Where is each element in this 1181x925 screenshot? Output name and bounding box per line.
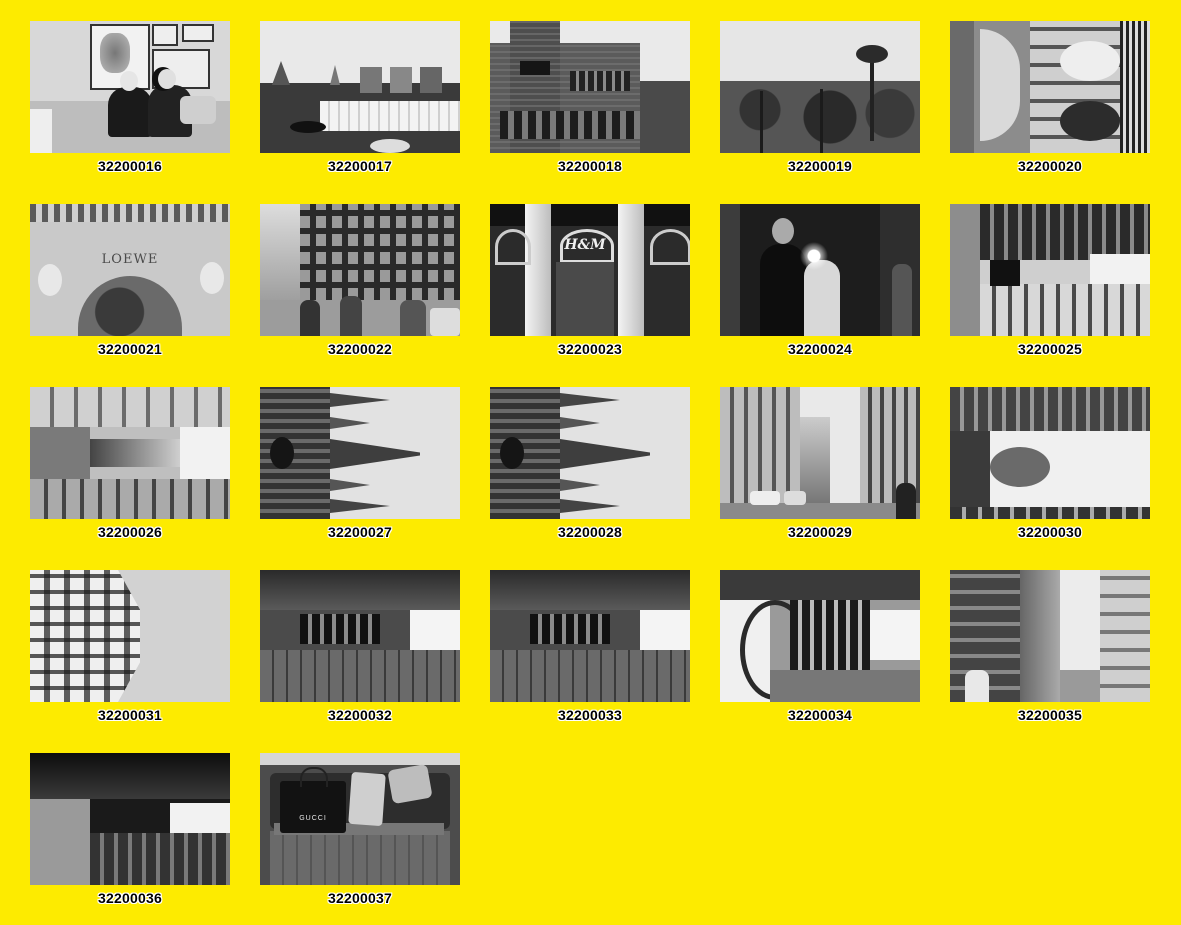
frame-number: 32200025	[1018, 341, 1082, 357]
frame-number: 32200030	[1018, 524, 1082, 540]
frame[interactable]: 32200031	[30, 570, 230, 740]
frame-number: 32200020	[1018, 158, 1082, 174]
photo-thumbnail[interactable]	[720, 21, 920, 153]
frame[interactable]: 32200018	[490, 21, 690, 191]
photo-thumbnail[interactable]	[950, 21, 1150, 153]
photo-thumbnail[interactable]	[260, 21, 460, 153]
frame-number: 32200032	[328, 707, 392, 723]
photo-thumbnail[interactable]	[260, 204, 460, 336]
frame-number: 32200031	[98, 707, 162, 723]
photo-thumbnail[interactable]: LOEWE	[30, 204, 230, 336]
frame[interactable]: 32200016	[30, 21, 230, 191]
frame-number: 32200033	[558, 707, 622, 723]
frame-number: 32200028	[558, 524, 622, 540]
frame[interactable]: GUCCI 32200037	[260, 753, 460, 923]
frame-number: 32200024	[788, 341, 852, 357]
frame[interactable]: 32200022	[260, 204, 460, 374]
photo-thumbnail[interactable]: GUCCI	[260, 753, 460, 885]
frame-number: 32200022	[328, 341, 392, 357]
frame-number: 32200017	[328, 158, 392, 174]
frame[interactable]: 32200033	[490, 570, 690, 740]
photo-thumbnail[interactable]	[260, 570, 460, 702]
photo-thumbnail[interactable]	[490, 570, 690, 702]
frame-number: 32200029	[788, 524, 852, 540]
frame[interactable]: 32200032	[260, 570, 460, 740]
frame-number: 32200037	[328, 890, 392, 906]
photo-thumbnail[interactable]: H&M	[490, 204, 690, 336]
frame[interactable]: 32200027	[260, 387, 460, 557]
store-sign: H&M	[564, 237, 606, 253]
frame[interactable]: 32200024	[720, 204, 920, 374]
frame-number: 32200021	[98, 341, 162, 357]
photo-thumbnail[interactable]	[30, 21, 230, 153]
loewe-sign: LOEWE	[101, 252, 159, 267]
photo-thumbnail[interactable]	[720, 387, 920, 519]
frame-number: 32200026	[98, 524, 162, 540]
photo-thumbnail[interactable]	[30, 387, 230, 519]
photo-thumbnail[interactable]	[490, 21, 690, 153]
photo-thumbnail[interactable]	[950, 204, 1150, 336]
frame[interactable]: 32200026	[30, 387, 230, 557]
frame-number: 32200027	[328, 524, 392, 540]
frame[interactable]: LOEWE 32200021	[30, 204, 230, 374]
photo-thumbnail[interactable]	[30, 570, 230, 702]
frame[interactable]: 32200020	[950, 21, 1150, 191]
frame[interactable]: 32200035	[950, 570, 1150, 740]
frame-number: 32200034	[788, 707, 852, 723]
frame[interactable]: 32200028	[490, 387, 690, 557]
frame-number: 32200023	[558, 341, 622, 357]
frame[interactable]: 32200025	[950, 204, 1150, 374]
frame[interactable]: 32200030	[950, 387, 1150, 557]
photo-thumbnail[interactable]	[720, 204, 920, 336]
frame[interactable]: 32200019	[720, 21, 920, 191]
photo-thumbnail[interactable]	[30, 753, 230, 885]
contact-sheet: 32200016 32200017 32200018 32200019 32200020…	[30, 21, 1150, 923]
frame[interactable]: H&M 32200023	[490, 204, 690, 374]
frame-number: 32200035	[1018, 707, 1082, 723]
photo-thumbnail[interactable]	[720, 570, 920, 702]
bag-logo: GUCCI	[299, 815, 327, 822]
frame[interactable]: 32200017	[260, 21, 460, 191]
frame-number: 32200016	[98, 158, 162, 174]
frame[interactable]: 32200029	[720, 387, 920, 557]
photo-thumbnail[interactable]	[950, 570, 1150, 702]
photo-thumbnail[interactable]	[260, 387, 460, 519]
frame-number: 32200019	[788, 158, 852, 174]
photo-thumbnail[interactable]	[950, 387, 1150, 519]
frame-number: 32200036	[98, 890, 162, 906]
frame[interactable]: 32200036	[30, 753, 230, 923]
frame[interactable]: 32200034	[720, 570, 920, 740]
photo-thumbnail[interactable]	[490, 387, 690, 519]
frame-number: 32200018	[558, 158, 622, 174]
